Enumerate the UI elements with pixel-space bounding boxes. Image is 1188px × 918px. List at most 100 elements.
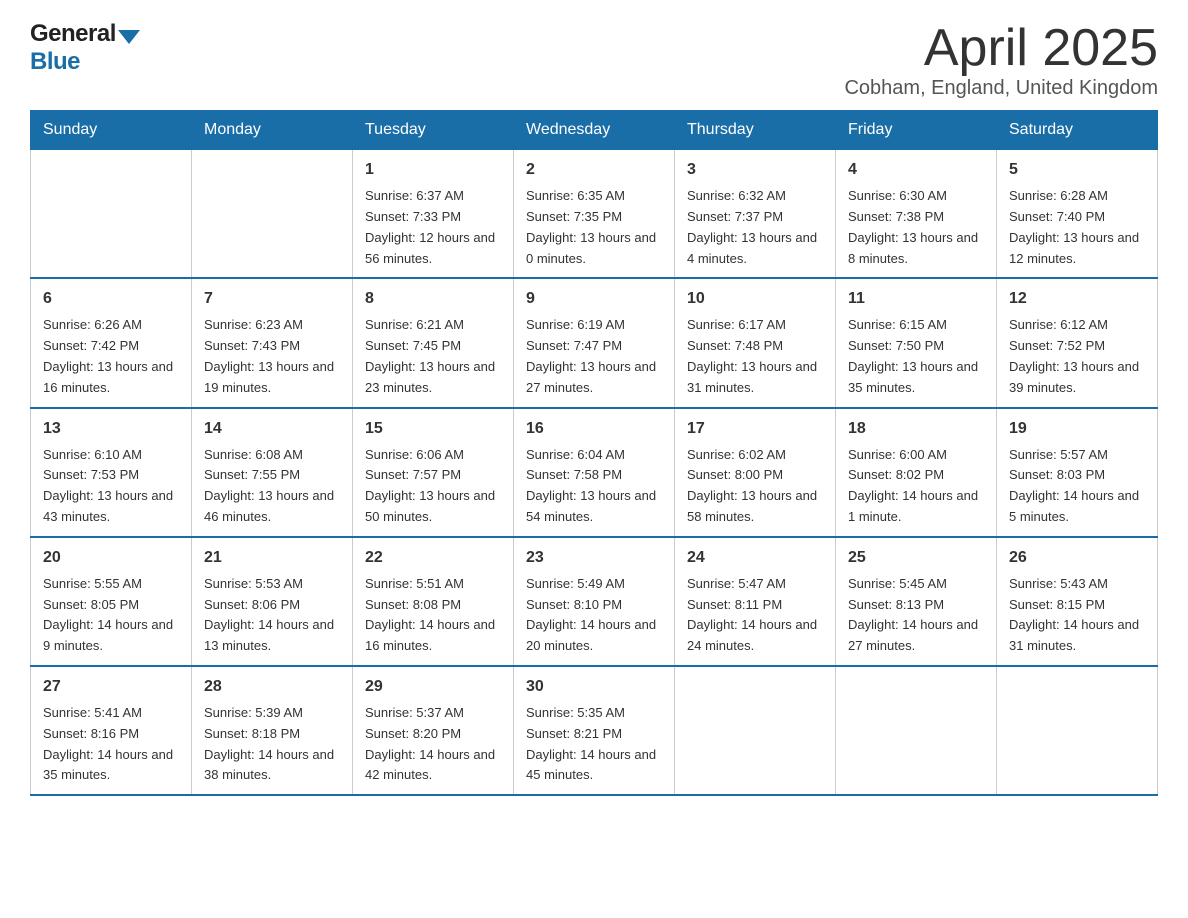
day-cell-2-5: 18 Sunrise: 6:00 AMSunset: 8:02 PMDayligh… xyxy=(836,408,997,537)
day-info: Sunrise: 6:23 AMSunset: 7:43 PMDaylight:… xyxy=(204,315,340,398)
day-number: 2 xyxy=(526,158,662,182)
day-info: Sunrise: 6:17 AMSunset: 7:48 PMDaylight:… xyxy=(687,315,823,398)
day-number: 12 xyxy=(1009,287,1145,311)
day-number: 14 xyxy=(204,417,340,441)
day-cell-2-1: 14 Sunrise: 6:08 AMSunset: 7:55 PMDayligh… xyxy=(192,408,353,537)
header-thursday: Thursday xyxy=(675,111,836,150)
day-cell-1-2: 8 Sunrise: 6:21 AMSunset: 7:45 PMDaylight… xyxy=(353,278,514,407)
day-cell-4-5 xyxy=(836,666,997,795)
day-cell-2-3: 16 Sunrise: 6:04 AMSunset: 7:58 PMDayligh… xyxy=(514,408,675,537)
day-cell-3-4: 24 Sunrise: 5:47 AMSunset: 8:11 PMDayligh… xyxy=(675,537,836,666)
day-number: 8 xyxy=(365,287,501,311)
day-cell-3-6: 26 Sunrise: 5:43 AMSunset: 8:15 PMDayligh… xyxy=(997,537,1158,666)
day-cell-3-5: 25 Sunrise: 5:45 AMSunset: 8:13 PMDayligh… xyxy=(836,537,997,666)
day-info: Sunrise: 6:28 AMSunset: 7:40 PMDaylight:… xyxy=(1009,186,1145,269)
day-number: 29 xyxy=(365,675,501,699)
day-info: Sunrise: 5:43 AMSunset: 8:15 PMDaylight:… xyxy=(1009,574,1145,657)
day-cell-0-0 xyxy=(31,150,192,279)
day-info: Sunrise: 6:26 AMSunset: 7:42 PMDaylight:… xyxy=(43,315,179,398)
day-number: 26 xyxy=(1009,546,1145,570)
day-cell-4-1: 28 Sunrise: 5:39 AMSunset: 8:18 PMDayligh… xyxy=(192,666,353,795)
day-number: 10 xyxy=(687,287,823,311)
day-info: Sunrise: 5:41 AMSunset: 8:16 PMDaylight:… xyxy=(43,703,179,786)
day-cell-4-3: 30Sunrise: 5:35 AMSunset: 8:21 PMDayligh… xyxy=(514,666,675,795)
day-info: Sunrise: 6:35 AMSunset: 7:35 PMDaylight:… xyxy=(526,186,662,269)
day-info: Sunrise: 6:06 AMSunset: 7:57 PMDaylight:… xyxy=(365,445,501,528)
logo: General Blue xyxy=(30,20,140,76)
day-info: Sunrise: 6:00 AMSunset: 8:02 PMDaylight:… xyxy=(848,445,984,528)
day-number: 15 xyxy=(365,417,501,441)
logo-arrow-icon xyxy=(118,30,140,44)
header-sunday: Sunday xyxy=(31,111,192,150)
day-cell-3-3: 23 Sunrise: 5:49 AMSunset: 8:10 PMDayligh… xyxy=(514,537,675,666)
day-cell-1-4: 10 Sunrise: 6:17 AMSunset: 7:48 PMDayligh… xyxy=(675,278,836,407)
day-cell-4-6 xyxy=(997,666,1158,795)
day-cell-1-5: 11 Sunrise: 6:15 AMSunset: 7:50 PMDayligh… xyxy=(836,278,997,407)
day-info: Sunrise: 6:10 AMSunset: 7:53 PMDaylight:… xyxy=(43,445,179,528)
day-info: Sunrise: 5:39 AMSunset: 8:18 PMDaylight:… xyxy=(204,703,340,786)
day-number: 19 xyxy=(1009,417,1145,441)
day-cell-3-0: 20Sunrise: 5:55 AMSunset: 8:05 PMDayligh… xyxy=(31,537,192,666)
day-cell-0-2: 1 Sunrise: 6:37 AMSunset: 7:33 PMDaylight… xyxy=(353,150,514,279)
day-cell-1-3: 9Sunrise: 6:19 AMSunset: 7:47 PMDaylight… xyxy=(514,278,675,407)
day-cell-3-2: 22Sunrise: 5:51 AMSunset: 8:08 PMDayligh… xyxy=(353,537,514,666)
day-info: Sunrise: 6:37 AMSunset: 7:33 PMDaylight:… xyxy=(365,186,501,269)
day-cell-3-1: 21Sunrise: 5:53 AMSunset: 8:06 PMDayligh… xyxy=(192,537,353,666)
day-cell-0-3: 2 Sunrise: 6:35 AMSunset: 7:35 PMDaylight… xyxy=(514,150,675,279)
day-number: 21 xyxy=(204,546,340,570)
day-cell-4-4 xyxy=(675,666,836,795)
calendar-table: SundayMondayTuesdayWednesdayThursdayFrid… xyxy=(30,110,1158,796)
day-cell-1-1: 7 Sunrise: 6:23 AMSunset: 7:43 PMDaylight… xyxy=(192,278,353,407)
day-cell-1-6: 12 Sunrise: 6:12 AMSunset: 7:52 PMDayligh… xyxy=(997,278,1158,407)
day-info: Sunrise: 6:15 AMSunset: 7:50 PMDaylight:… xyxy=(848,315,984,398)
day-number: 11 xyxy=(848,287,984,311)
day-cell-2-6: 19 Sunrise: 5:57 AMSunset: 8:03 PMDayligh… xyxy=(997,408,1158,537)
calendar-title: April 2025 xyxy=(844,20,1158,77)
day-number: 1 xyxy=(365,158,501,182)
day-number: 5 xyxy=(1009,158,1145,182)
day-number: 17 xyxy=(687,417,823,441)
day-cell-0-4: 3 Sunrise: 6:32 AMSunset: 7:37 PMDaylight… xyxy=(675,150,836,279)
week-row-2: 6Sunrise: 6:26 AMSunset: 7:42 PMDaylight… xyxy=(31,278,1158,407)
day-cell-1-0: 6Sunrise: 6:26 AMSunset: 7:42 PMDaylight… xyxy=(31,278,192,407)
logo-blue-text: Blue xyxy=(30,48,80,76)
day-number: 28 xyxy=(204,675,340,699)
day-number: 13 xyxy=(43,417,179,441)
title-area: April 2025 Cobham, England, United Kingd… xyxy=(844,20,1158,100)
day-info: Sunrise: 5:35 AMSunset: 8:21 PMDaylight:… xyxy=(526,703,662,786)
day-number: 24 xyxy=(687,546,823,570)
day-info: Sunrise: 5:49 AMSunset: 8:10 PMDaylight:… xyxy=(526,574,662,657)
day-number: 25 xyxy=(848,546,984,570)
week-row-5: 27 Sunrise: 5:41 AMSunset: 8:16 PMDayligh… xyxy=(31,666,1158,795)
day-number: 16 xyxy=(526,417,662,441)
day-info: Sunrise: 6:12 AMSunset: 7:52 PMDaylight:… xyxy=(1009,315,1145,398)
day-number: 7 xyxy=(204,287,340,311)
header-tuesday: Tuesday xyxy=(353,111,514,150)
week-row-1: 1 Sunrise: 6:37 AMSunset: 7:33 PMDaylight… xyxy=(31,150,1158,279)
day-number: 23 xyxy=(526,546,662,570)
header-wednesday: Wednesday xyxy=(514,111,675,150)
header-friday: Friday xyxy=(836,111,997,150)
day-number: 27 xyxy=(43,675,179,699)
day-number: 9 xyxy=(526,287,662,311)
header-saturday: Saturday xyxy=(997,111,1158,150)
day-cell-2-4: 17Sunrise: 6:02 AMSunset: 8:00 PMDayligh… xyxy=(675,408,836,537)
day-info: Sunrise: 6:32 AMSunset: 7:37 PMDaylight:… xyxy=(687,186,823,269)
day-info: Sunrise: 5:57 AMSunset: 8:03 PMDaylight:… xyxy=(1009,445,1145,528)
day-info: Sunrise: 5:37 AMSunset: 8:20 PMDaylight:… xyxy=(365,703,501,786)
day-cell-4-0: 27 Sunrise: 5:41 AMSunset: 8:16 PMDayligh… xyxy=(31,666,192,795)
day-number: 3 xyxy=(687,158,823,182)
logo-general-text: General xyxy=(30,20,116,48)
week-row-4: 20Sunrise: 5:55 AMSunset: 8:05 PMDayligh… xyxy=(31,537,1158,666)
day-info: Sunrise: 5:47 AMSunset: 8:11 PMDaylight:… xyxy=(687,574,823,657)
day-info: Sunrise: 5:51 AMSunset: 8:08 PMDaylight:… xyxy=(365,574,501,657)
day-number: 18 xyxy=(848,417,984,441)
day-info: Sunrise: 6:21 AMSunset: 7:45 PMDaylight:… xyxy=(365,315,501,398)
day-number: 4 xyxy=(848,158,984,182)
calendar-subtitle: Cobham, England, United Kingdom xyxy=(844,77,1158,100)
day-info: Sunrise: 5:45 AMSunset: 8:13 PMDaylight:… xyxy=(848,574,984,657)
day-cell-2-2: 15 Sunrise: 6:06 AMSunset: 7:57 PMDayligh… xyxy=(353,408,514,537)
day-info: Sunrise: 6:08 AMSunset: 7:55 PMDaylight:… xyxy=(204,445,340,528)
day-cell-0-1 xyxy=(192,150,353,279)
day-info: Sunrise: 6:04 AMSunset: 7:58 PMDaylight:… xyxy=(526,445,662,528)
